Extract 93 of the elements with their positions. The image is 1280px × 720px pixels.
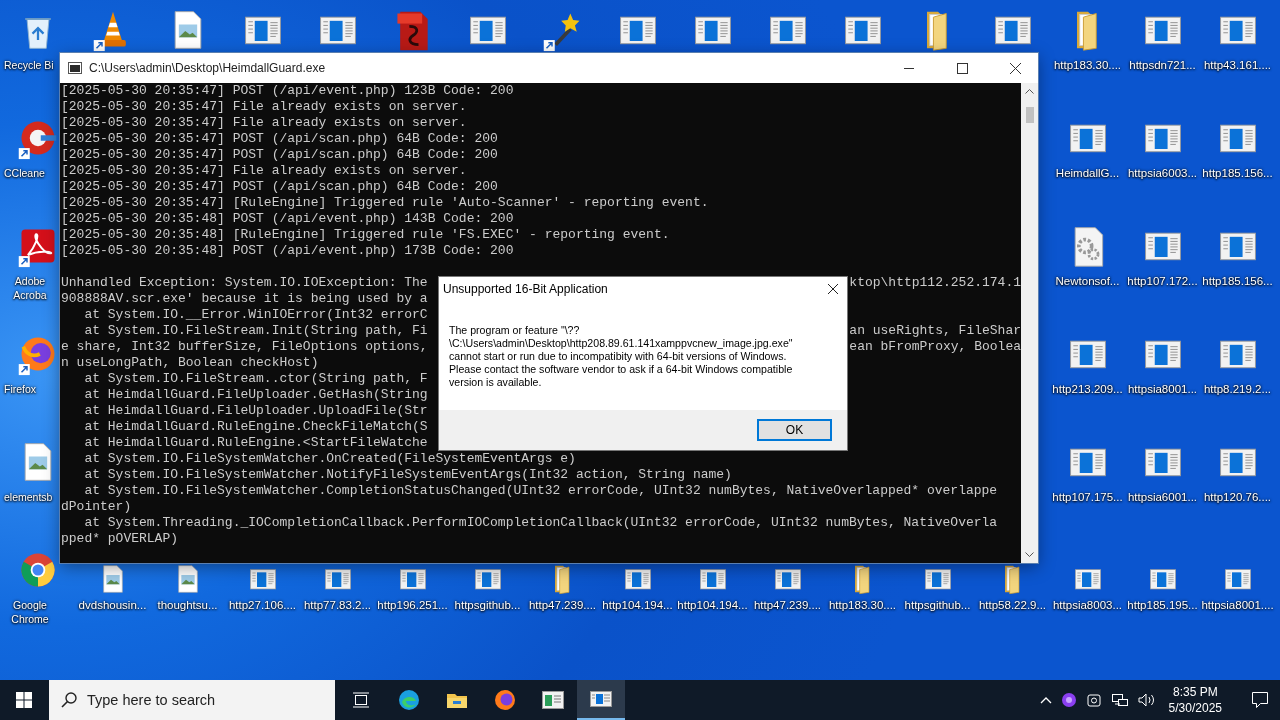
desktop-icon-label[interactable]: http104.194... [677,598,748,612]
desktop-icon-label[interactable]: http183.30.... [1053,58,1122,72]
console-line: ktop\http112.252.174.1 [849,275,1021,291]
console-line: [2025-05-30 20:35:48] POST (/api/event.php) 173B Code: 200 [61,243,514,259]
camera-icon[interactable] [1085,692,1102,708]
desktop-icon-label[interactable]: http47.239.... [753,598,822,612]
desktop-icon-label[interactable]: httpsia6001... [1127,490,1198,504]
console-line: [2025-05-30 20:35:47] POST (/api/scan.php) 64B Code: 200 [61,179,498,195]
console-line: ean bFromProxy, Boolea [849,339,1021,355]
desktop-icon-label[interactable]: http213.209... [1052,382,1123,396]
speaker-icon[interactable] [1137,692,1156,708]
console-line: at System.Threading._IOCompletionCallback.PerformIOCompletionCallback(UInt32 errorCode, UInt32 numBytes, NativeOverla [83,515,998,531]
console-line: n useLongPath, Boolean checkHost) [61,355,319,371]
console-line: at HeimdallGuard.RuleEngine.CheckFileMatch(S [83,419,428,435]
search-field[interactable]: Type here to search [49,680,335,720]
desktop-icon-label[interactable]: CCleane [4,166,45,180]
desktop-icon-label[interactable]: http183.30.... [828,598,897,612]
desktop-icon-label[interactable]: Recycle Bi [4,58,54,72]
console-line: [2025-05-30 20:35:47] POST (/api/scan.php) 64B Code: 200 [61,131,498,147]
desktop-icon-label[interactable]: http8.219.2... [1203,382,1272,396]
terminal-window-icon[interactable] [541,688,565,712]
desktop-icon-label[interactable]: httpsgithub... [904,598,971,612]
console-line: [2025-05-30 20:35:47] POST (/api/event.php) 123B Code: 200 [61,83,514,99]
desktop-icon-label[interactable]: HeimdallG... [1055,166,1120,180]
close-icon[interactable] [827,283,839,295]
console-line: an useRights, FileShar [849,323,1021,339]
network-icon[interactable] [1110,692,1129,708]
console-line: [2025-05-30 20:35:47] [RuleEngine] Triggered rule 'Auto-Scanner' - reporting event. [61,195,709,211]
console-line: at System.IO.FileStream.Init(String path, Fi [83,323,428,339]
desktop-icon-label[interactable]: http43.161.... [1203,58,1272,72]
desktop-icon-label[interactable]: httpsia8001.... [1201,598,1274,612]
console-line: [2025-05-30 20:35:47] File already exists on server. [61,115,467,131]
desktop-icon-label[interactable]: http27.106.... [228,598,297,612]
desktop-icon-label[interactable]: Adobe Acroba [4,274,56,302]
console-line: at HeimdallGuard.RuleEngine.<StartFileWatche [83,435,428,451]
console-app-icon [68,62,82,74]
desktop-icon-label[interactable]: http47.239.... [528,598,597,612]
desktop-icon-label[interactable]: elementsb [4,490,53,504]
desktop-icon-label[interactable]: http185.156... [1202,166,1273,180]
console-line: [2025-05-30 20:35:47] File already exists on server. [61,99,467,115]
scroll-up-icon[interactable] [1025,88,1034,94]
console-line: at HeimdallGuard.FileUploader.GetHash(String [83,387,428,403]
desktop-icon-label[interactable]: http107.172... [1127,274,1198,288]
console-line: [2025-05-30 20:35:48] [RuleEngine] Triggered rule 'FS.EXEC' - reporting event. [61,227,670,243]
console-line: at System.IO.FileStream..ctor(String path, F [83,371,428,387]
desktop-icon-label[interactable]: httpsia6003... [1127,166,1198,180]
desktop-icon-label[interactable]: thoughtsu... [157,598,218,612]
desktop-icon-label[interactable]: http104.194... [602,598,673,612]
console-line: at System.IO.__Error.WinIOError(Int32 errorC [83,307,428,323]
console-line: e share, Int32 bufferSize, FileOptions options, [61,339,428,355]
desktop-icon-label[interactable]: Newtonsof... [1055,274,1120,288]
chat-bubble-icon[interactable] [1251,691,1269,709]
scrollbar[interactable] [1021,83,1038,563]
dialog-message: The program or feature "\??\C:\Users\admin\Desktop\http208.89.61.141xamppvcnew_image.jpg.exe" cannot start or run due to incompatibity with 64-bit versions of Windows. Please contact the software vendor to ask if a 64-bit Windows compatible version is available. [449,324,794,389]
console-line: at System.IO.FileSystemWatcher.NotifyFileSystemEventArgs(Int32 action, String name) [83,467,732,483]
circle-icon[interactable] [1060,692,1077,708]
close-icon[interactable] [1009,62,1021,74]
window-title: C:\Users\admin\Desktop\HeimdallGuard.exe [89,61,327,75]
desktop-icon-label[interactable]: http77.83.2... [303,598,372,612]
console-line: 908888AV.scr.exe' because it is being used by a [61,291,428,307]
console-line: at System.IO.FileSystemWatcher.OnCreated(FileSystemEventArgs e) [83,451,576,467]
task-view-icon[interactable] [352,692,370,708]
console-line: [2025-05-30 20:35:48] POST (/api/event.php) 143B Code: 200 [61,211,514,227]
clock[interactable]: 8:35 PM 5/30/2025 [1168,684,1222,716]
console-line: dPointer) [61,499,132,515]
ok-button[interactable]: OK [757,419,832,441]
desktop-icon-label[interactable]: http120.76.... [1203,490,1272,504]
desktop-icon-label[interactable]: dvdshousin... [78,598,147,612]
desktop-icon-label[interactable]: httpsia8001... [1127,382,1198,396]
dialog-title: Unsupported 16-Bit Application [443,282,609,296]
desktop-icon-label[interactable]: http107.175... [1052,490,1123,504]
desktop-icon-label[interactable]: http196.251... [377,598,448,612]
taskbar-app-button[interactable] [577,680,625,720]
console-line: [2025-05-30 20:35:47] File already exists on server. [61,163,467,179]
console-line: Unhandled Exception: System.IO.IOException: The [61,275,428,291]
console-line: at HeimdallGuard.FileUploader.UploadFile(Str [83,403,428,419]
scrollbar-thumb[interactable] [1025,107,1034,123]
desktop-icon-label[interactable]: http185.156... [1202,274,1273,288]
desktop-icon-label[interactable]: httpsgithub... [454,598,521,612]
console-line: [2025-05-30 20:35:47] POST (/api/scan.php) 64B Code: 200 [61,147,498,163]
desktop-icon-label[interactable]: httpsia8003... [1052,598,1123,612]
desktop-icon-label[interactable]: httpsdn721... [1129,58,1196,72]
search-icon [61,692,77,708]
desktop-icon-label[interactable]: http185.195... [1127,598,1198,612]
scroll-down-icon[interactable] [1025,552,1034,558]
maximize-icon[interactable] [956,62,968,74]
browser-icon[interactable] [397,688,421,712]
chevron-up-icon[interactable] [1039,696,1052,704]
console-line: pped* pOVERLAP) [61,531,179,547]
browser-icon[interactable] [493,688,517,712]
desktop-icon-label[interactable]: http58.22.9... [978,598,1047,612]
console-line: at System.IO.FileSystemWatcher.CompletionStatusChanged(UInt32 errorCode, UInt32 numBytes, NativeOverlapped* overlappe [83,483,998,499]
desktop-icon-label[interactable]: Google Chrome [4,598,56,626]
